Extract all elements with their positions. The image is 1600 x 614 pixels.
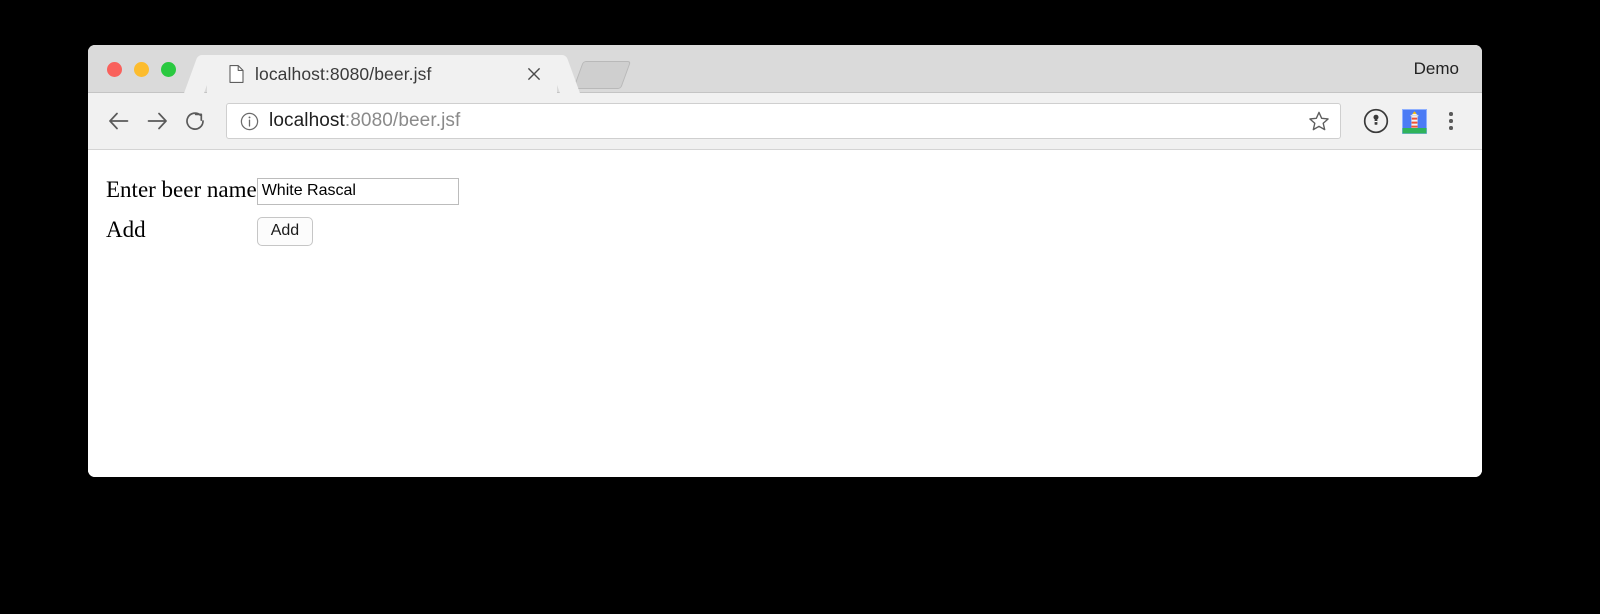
beer-name-cell	[256, 172, 459, 208]
new-tab-button[interactable]	[572, 61, 632, 89]
beer-form-table: Enter beer name Add Add	[106, 172, 459, 246]
tab-bar: localhost:8080/beer.jsf Demo	[88, 45, 1482, 93]
window-title-label: Demo	[1413, 59, 1459, 78]
three-dot-menu-icon[interactable]	[1438, 104, 1464, 138]
lighthouse-icon[interactable]	[1398, 105, 1430, 137]
beer-name-input[interactable]	[256, 177, 459, 205]
beer-name-label: Enter beer name	[106, 177, 257, 202]
add-button[interactable]: Add	[256, 217, 314, 246]
add-label: Add	[106, 217, 146, 243]
menu-dot	[1449, 126, 1453, 130]
onepassword-icon[interactable]	[1360, 105, 1392, 137]
page-content: Enter beer name Add Add	[88, 150, 1482, 477]
table-row: Add Add	[106, 208, 459, 246]
back-arrow-icon[interactable]	[100, 102, 138, 140]
reload-icon[interactable]	[176, 102, 214, 140]
browser-window: localhost:8080/beer.jsf Demo localhost:8…	[88, 45, 1482, 477]
document-icon	[229, 65, 244, 83]
star-outline-icon[interactable]	[1306, 108, 1332, 134]
address-bar-path: :8080/beer.jsf	[344, 110, 461, 131]
minimize-window-button[interactable]	[134, 62, 149, 77]
address-bar-text[interactable]: localhost:8080/beer.jsf	[269, 110, 1306, 132]
table-row: Enter beer name	[106, 172, 459, 208]
browser-toolbar: localhost:8080/beer.jsf	[88, 93, 1482, 150]
close-tab-icon[interactable]	[523, 63, 545, 85]
browser-tab-active[interactable]: localhost:8080/beer.jsf	[207, 55, 557, 93]
menu-dot	[1449, 112, 1453, 116]
address-bar[interactable]: localhost:8080/beer.jsf	[226, 103, 1341, 139]
window-controls	[107, 62, 176, 77]
info-circle-icon[interactable]	[239, 111, 259, 131]
address-bar-host: localhost	[269, 110, 345, 131]
maximize-window-button[interactable]	[161, 62, 176, 77]
close-window-button[interactable]	[107, 62, 122, 77]
menu-dot	[1449, 119, 1453, 123]
forward-arrow-icon[interactable]	[138, 102, 176, 140]
tab-title: localhost:8080/beer.jsf	[255, 63, 432, 84]
add-button-cell: Add	[256, 208, 459, 246]
